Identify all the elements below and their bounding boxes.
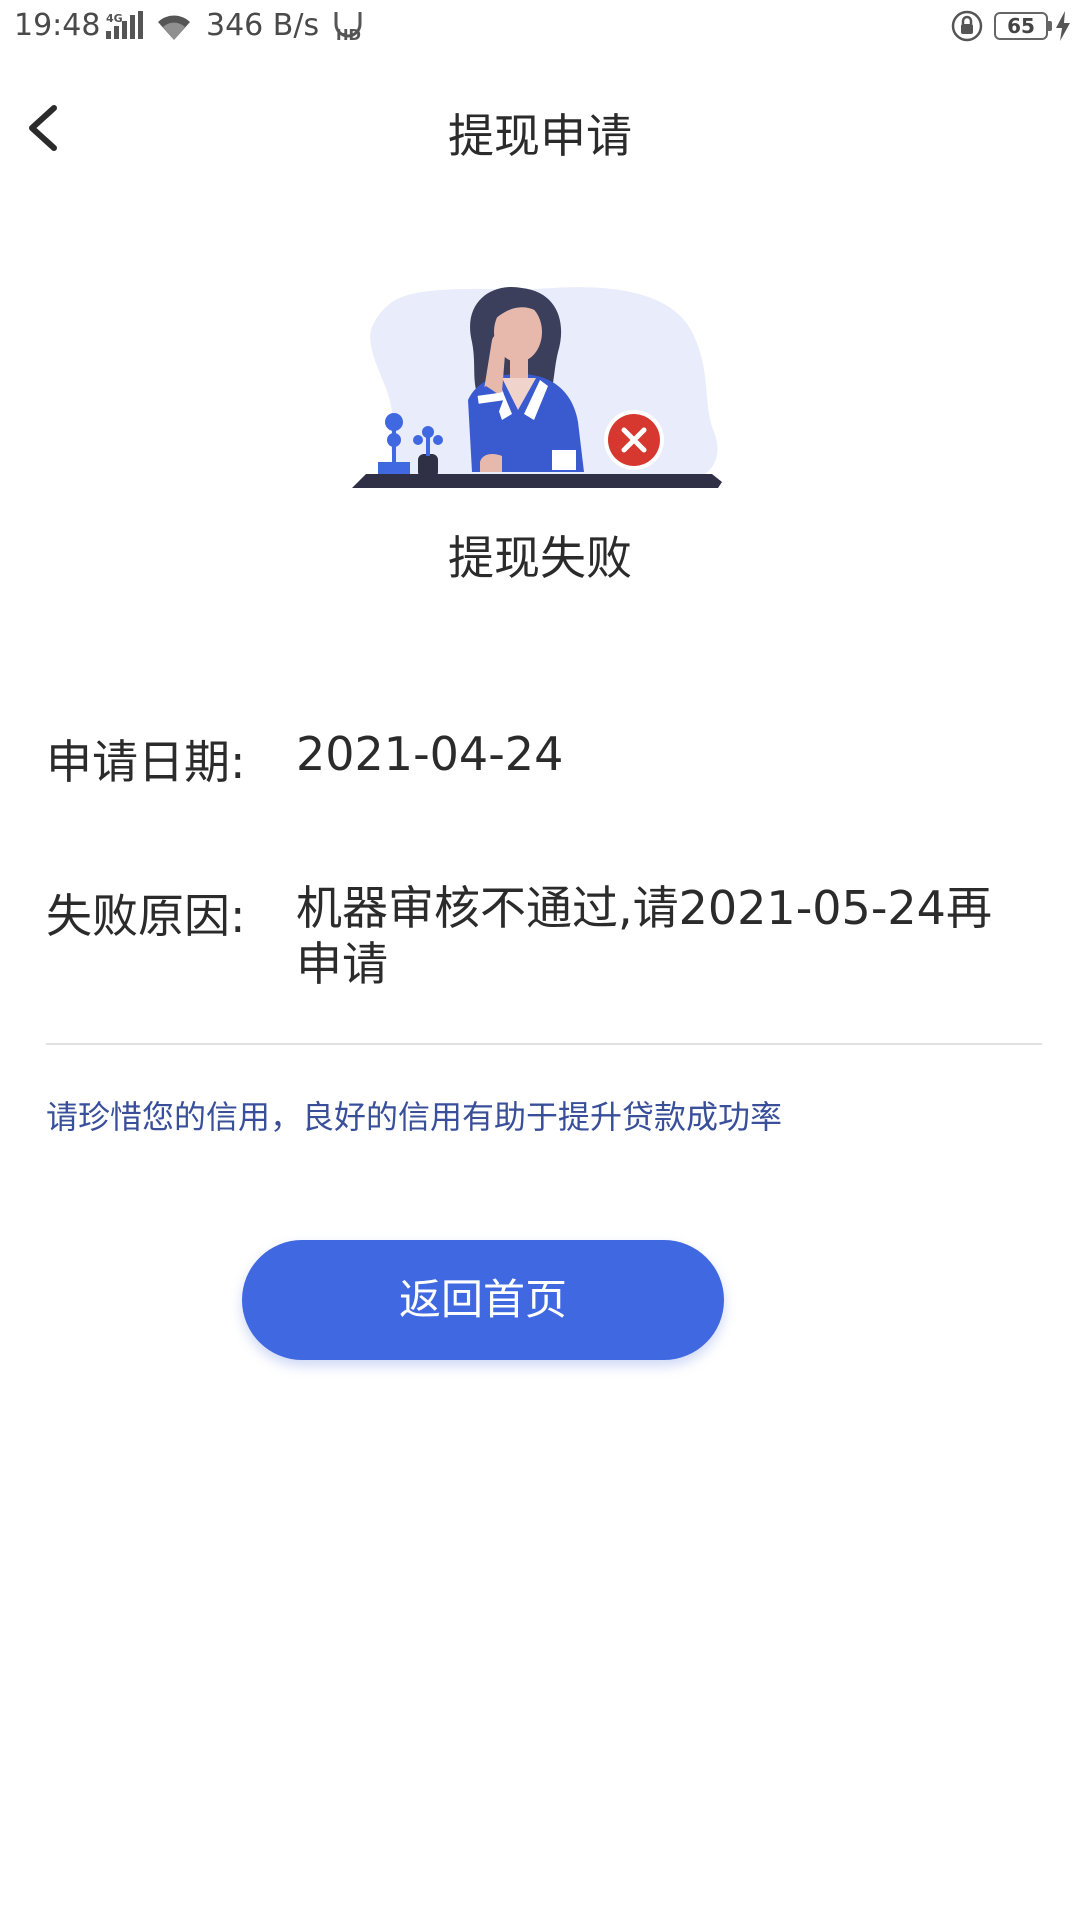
wifi-icon bbox=[158, 15, 190, 41]
failure-reason-label: 失败原因: bbox=[46, 889, 246, 943]
rotation-lock-icon bbox=[951, 10, 983, 42]
apply-date-label: 申请日期: bbox=[46, 735, 246, 789]
failure-reason-value: 机器审核不通过,请2021-05-24再申请 bbox=[296, 881, 992, 991]
status-time: 19:48 bbox=[14, 8, 101, 43]
return-home-button[interactable]: 返回首页 bbox=[242, 1240, 724, 1360]
woman-at-desk-failure-illustration bbox=[352, 286, 722, 488]
header: 提现申请 bbox=[0, 80, 1080, 176]
network-speed: 346 B/s bbox=[206, 8, 320, 43]
svg-text:HD: HD bbox=[336, 26, 361, 42]
divider bbox=[46, 1043, 1042, 1045]
status-bar: 19:48 4G 346 B/s HD 65 bbox=[0, 0, 1080, 56]
credit-tip: 请珍惜您的信用，良好的信用有助于提升贷款成功率 bbox=[46, 1098, 783, 1136]
battery-indicator: 65 bbox=[994, 12, 1052, 40]
page-title: 提现申请 bbox=[448, 109, 632, 163]
hd-icon: HD bbox=[334, 12, 362, 42]
signal-4g-icon: 4G bbox=[106, 11, 143, 39]
apply-date-value: 2021-04-24 bbox=[296, 727, 564, 781]
svg-text:4G: 4G bbox=[106, 12, 123, 25]
charging-bolt-icon bbox=[1056, 11, 1070, 41]
result-title: 提现失败 bbox=[448, 531, 632, 585]
